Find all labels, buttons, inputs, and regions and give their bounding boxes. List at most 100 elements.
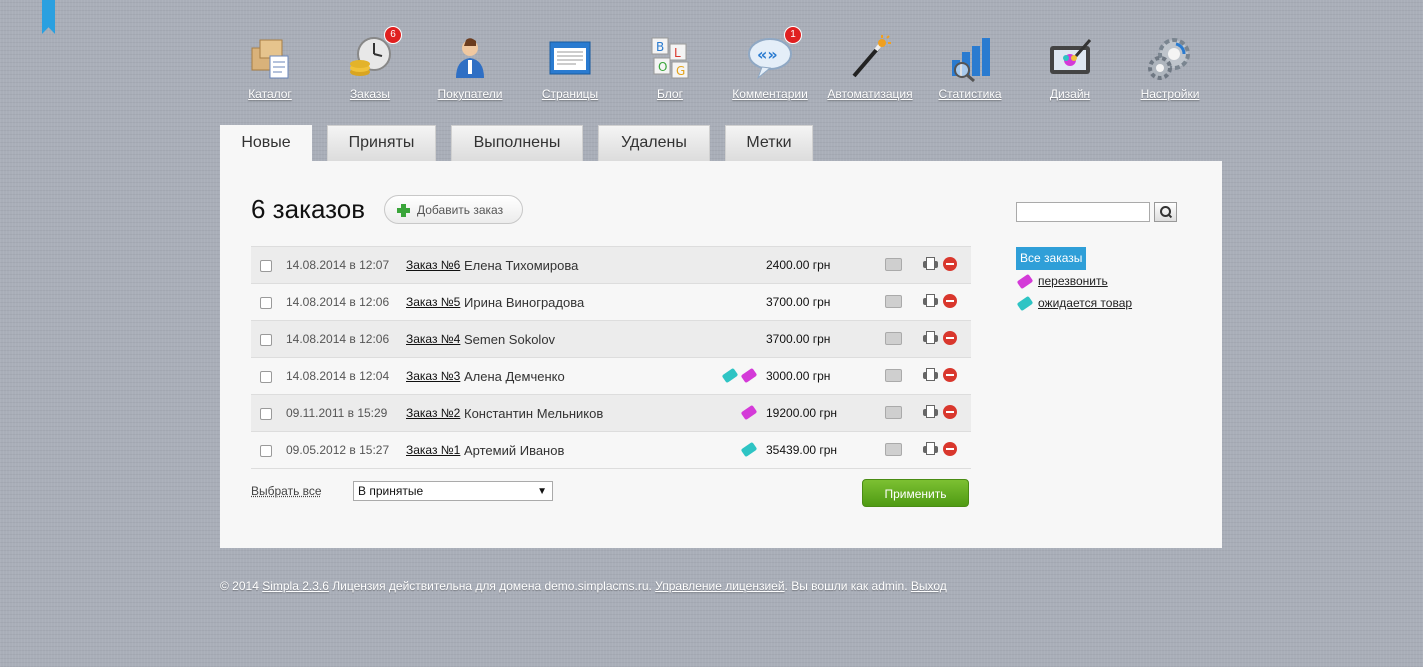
nav-label[interactable]: Автоматизация xyxy=(820,87,920,101)
nav-label[interactable]: Каталог xyxy=(220,87,320,101)
nav-item-pages[interactable]: Страницы xyxy=(520,30,620,101)
orders-icon: 6 xyxy=(346,26,402,82)
version-link[interactable]: Simpla 2.3.6 xyxy=(262,579,329,593)
customer-name: Semen Sokolov xyxy=(464,332,556,347)
order-link[interactable]: Заказ №4 xyxy=(406,332,460,346)
comments-badge: 1 xyxy=(784,26,802,44)
orders-panel: 6 заказов Добавить заказ 14.08.2014 в 12… xyxy=(220,161,1222,548)
mail-icon[interactable] xyxy=(885,369,902,382)
delete-icon[interactable] xyxy=(943,405,957,419)
order-link[interactable]: Заказ №2 xyxy=(406,406,460,420)
row-checkbox[interactable] xyxy=(260,371,272,383)
print-icon[interactable] xyxy=(923,294,938,307)
bookmark-icon[interactable] xyxy=(42,0,55,34)
table-row: 14.08.2014 в 12:04 Заказ №3 Алена Демчен… xyxy=(251,358,971,395)
nav-label[interactable]: Дизайн xyxy=(1020,87,1120,101)
table-row: 09.11.2011 в 15:29 Заказ №2 Константин М… xyxy=(251,395,971,432)
manage-license-link[interactable]: Управление лицензией xyxy=(655,579,784,593)
print-icon[interactable] xyxy=(923,442,938,455)
tag-icon-teal xyxy=(1016,296,1034,312)
tab-completed[interactable]: Выполнены xyxy=(451,125,583,161)
order-price: 19200.00 грн xyxy=(766,406,838,420)
delete-icon[interactable] xyxy=(943,331,957,345)
mail-icon[interactable] xyxy=(885,332,902,345)
add-order-button[interactable]: Добавить заказ xyxy=(384,195,523,224)
add-order-label: Добавить заказ xyxy=(417,203,504,217)
customer-name: Алена Демченко xyxy=(464,369,565,384)
tab-new[interactable]: Новые xyxy=(220,125,312,162)
statistics-icon xyxy=(946,34,994,83)
nav-item-statistics[interactable]: Статистика xyxy=(920,30,1020,101)
tab-labels[interactable]: Метки xyxy=(725,125,813,161)
nav-item-automation[interactable]: Автоматизация xyxy=(820,30,920,101)
nav-item-settings[interactable]: Настройки xyxy=(1120,30,1220,101)
delete-icon[interactable] xyxy=(943,257,957,271)
apply-button[interactable]: Применить xyxy=(862,479,969,507)
search-button[interactable] xyxy=(1154,202,1177,222)
delete-icon[interactable] xyxy=(943,368,957,382)
print-icon[interactable] xyxy=(923,405,938,418)
order-date: 14.08.2014 в 12:06 xyxy=(286,332,390,346)
logged-in-text: . Вы вошли как admin. xyxy=(784,579,911,593)
nav-label[interactable]: Страницы xyxy=(520,87,620,101)
dropdown-arrow-icon: ▼ xyxy=(537,486,547,497)
nav-label[interactable]: Статистика xyxy=(920,87,1020,101)
nav-label[interactable]: Комментарии xyxy=(720,87,820,101)
svg-text:B: B xyxy=(656,40,664,54)
mail-icon[interactable] xyxy=(885,258,902,271)
bulk-action-value: В принятые xyxy=(358,484,424,498)
order-link[interactable]: Заказ №6 xyxy=(406,258,460,272)
customer-name: Ирина Виноградова xyxy=(464,295,585,310)
row-checkbox[interactable] xyxy=(260,297,272,309)
bulk-action-select[interactable]: В принятые ▼ xyxy=(353,481,553,501)
select-all-link[interactable]: Выбрать все xyxy=(251,484,322,498)
print-icon[interactable] xyxy=(923,257,938,270)
print-icon[interactable] xyxy=(923,368,938,381)
nav-label[interactable]: Настройки xyxy=(1120,87,1220,101)
row-checkbox[interactable] xyxy=(260,334,272,346)
nav-item-blog[interactable]: BLOG Блог xyxy=(620,30,720,101)
nav-label[interactable]: Блог xyxy=(620,87,720,101)
delete-icon[interactable] xyxy=(943,442,957,456)
logout-link[interactable]: Выход xyxy=(911,579,947,593)
row-checkbox[interactable] xyxy=(260,260,272,272)
label-name: ожидается товар xyxy=(1038,296,1133,310)
order-link[interactable]: Заказ №3 xyxy=(406,369,460,383)
nav-label[interactable]: Заказы xyxy=(320,87,420,101)
tab-deleted[interactable]: Удалены xyxy=(598,125,710,161)
svg-text:L: L xyxy=(674,46,681,60)
order-price: 3700.00 грн xyxy=(766,295,831,309)
order-date: 14.08.2014 в 12:04 xyxy=(286,369,390,383)
nav-item-catalog[interactable]: Каталог xyxy=(220,30,320,101)
svg-text:G: G xyxy=(676,64,685,78)
tab-accepted[interactable]: Приняты xyxy=(327,125,436,161)
main-nav: Каталог 6 Заказы Покупатели Страницы BLO… xyxy=(220,26,1222,110)
delete-icon[interactable] xyxy=(943,294,957,308)
nav-item-comments[interactable]: «» 1 Комментарии xyxy=(720,26,820,101)
design-icon xyxy=(1046,34,1094,82)
row-checkbox[interactable] xyxy=(260,445,272,457)
nav-item-orders[interactable]: 6 Заказы xyxy=(320,26,420,101)
tag-icon-pink xyxy=(740,367,758,384)
svg-text:O: O xyxy=(658,60,667,74)
mail-icon[interactable] xyxy=(885,295,902,308)
filter-all-orders[interactable]: Все заказы xyxy=(1016,247,1087,270)
nav-item-design[interactable]: Дизайн xyxy=(1020,30,1120,101)
print-icon[interactable] xyxy=(923,331,938,344)
row-checkbox[interactable] xyxy=(260,408,272,420)
tag-icon-teal xyxy=(740,441,758,458)
search-input[interactable] xyxy=(1016,202,1150,222)
table-row: 14.08.2014 в 12:06 Заказ №4 Semen Sokolo… xyxy=(251,321,971,358)
order-tags xyxy=(721,367,758,384)
order-link[interactable]: Заказ №1 xyxy=(406,443,460,457)
nav-label[interactable]: Покупатели xyxy=(420,87,520,101)
nav-item-customers[interactable]: Покупатели xyxy=(420,30,520,101)
label-filter-awaiting-goods[interactable]: ожидается товар xyxy=(1016,296,1133,312)
label-filter-callback[interactable]: перезвонить xyxy=(1016,274,1108,290)
tag-icon-teal xyxy=(721,367,738,384)
catalog-icon xyxy=(246,34,294,82)
order-link[interactable]: Заказ №5 xyxy=(406,295,460,309)
mail-icon[interactable] xyxy=(885,406,902,419)
customers-icon xyxy=(446,34,494,82)
mail-icon[interactable] xyxy=(885,443,902,456)
